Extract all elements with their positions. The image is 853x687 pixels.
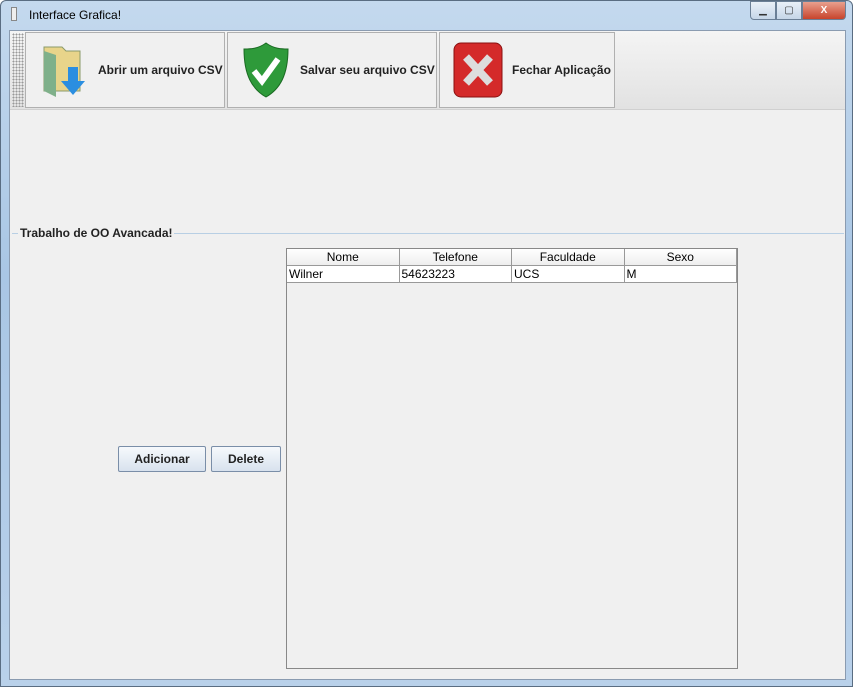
toolbar: Abrir um arquivo CSV Salvar seu arquivo … — [10, 31, 845, 110]
table-cell[interactable]: Wilner — [287, 266, 400, 283]
minimize-button[interactable]: ▁ — [750, 1, 776, 20]
close-x-icon — [453, 42, 503, 98]
app-window: Interface Grafica! ▁ ▢ X Abrir um arquiv… — [0, 0, 853, 687]
close-app-button[interactable]: Fechar Aplicação — [439, 32, 615, 108]
table-row[interactable]: Wilner 54623223 UCS M — [287, 266, 737, 283]
column-header-nome[interactable]: Nome — [287, 249, 400, 266]
table-cell[interactable]: 54623223 — [399, 266, 512, 283]
open-csv-button[interactable]: Abrir um arquivo CSV — [25, 32, 225, 108]
add-button[interactable]: Adicionar — [118, 446, 206, 472]
maximize-button[interactable]: ▢ — [776, 1, 802, 20]
panel-title: Trabalho de OO Avancada! — [18, 226, 175, 240]
save-csv-label: Salvar seu arquivo CSV — [300, 63, 435, 77]
column-header-telefone[interactable]: Telefone — [399, 249, 512, 266]
shield-check-icon — [243, 42, 289, 98]
column-header-faculdade[interactable]: Faculdade — [512, 249, 625, 266]
close-app-label: Fechar Aplicação — [512, 63, 611, 77]
table-header: Nome Telefone Faculdade Sexo — [287, 249, 737, 266]
delete-button[interactable]: Delete — [211, 446, 281, 472]
window-title: Interface Grafica! — [29, 8, 122, 22]
toolbar-grip[interactable] — [12, 33, 24, 107]
open-csv-label: Abrir um arquivo CSV — [98, 63, 223, 77]
table-cell[interactable]: UCS — [512, 266, 625, 283]
folder-download-icon — [43, 46, 85, 97]
data-table[interactable]: Nome Telefone Faculdade Sexo Wilner 5462… — [286, 248, 738, 669]
table-cell[interactable]: M — [624, 266, 737, 283]
close-window-button[interactable]: X — [802, 1, 846, 20]
column-header-sexo[interactable]: Sexo — [624, 249, 737, 266]
save-csv-button[interactable]: Salvar seu arquivo CSV — [227, 32, 437, 108]
app-icon — [11, 7, 17, 21]
content-pane: Abrir um arquivo CSV Salvar seu arquivo … — [9, 30, 846, 680]
